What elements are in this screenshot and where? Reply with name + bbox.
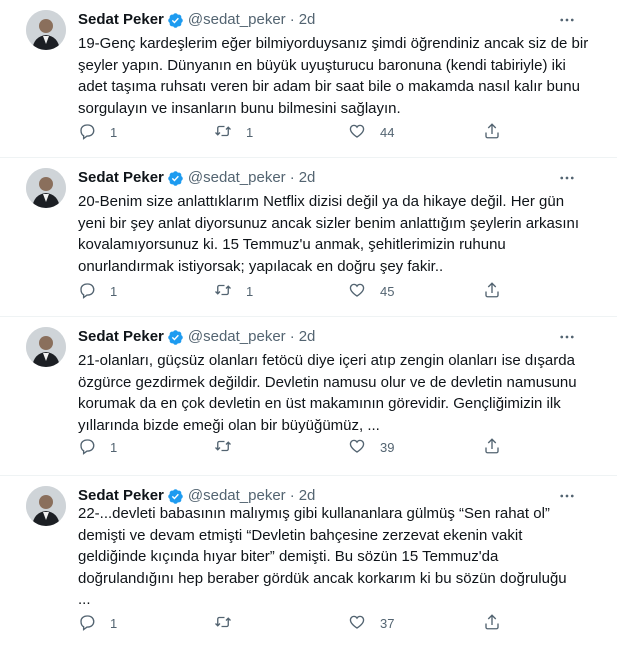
- like-count: 39: [380, 439, 395, 455]
- tweet[interactable]: Sedat Peker @sedat_peker · 2d 22-...devl…: [0, 476, 617, 649]
- tweet-timestamp[interactable]: 2d: [299, 327, 316, 347]
- retweet-count: 1: [246, 124, 254, 140]
- verified-badge-icon: [167, 170, 184, 187]
- author-handle[interactable]: @sedat_peker: [188, 168, 286, 188]
- reply-button[interactable]: 1: [78, 613, 117, 633]
- tweet-text: 22-...devleti babasının malıymış gibi ku…: [78, 505, 567, 608]
- reply-button[interactable]: 1: [78, 281, 117, 301]
- retweet-icon: [214, 613, 232, 634]
- tweet-text: 19-Genç kardeşlerim eğer bilmiyorduysanı…: [78, 35, 589, 117]
- tweet[interactable]: Sedat Peker @sedat_peker · 2d 20-Benim s…: [0, 158, 617, 317]
- more-options-icon[interactable]: [557, 10, 577, 30]
- reply-count: 1: [110, 124, 118, 140]
- avatar[interactable]: [26, 327, 66, 367]
- like-button[interactable]: 39: [348, 437, 394, 457]
- retweet-button[interactable]: [214, 613, 246, 633]
- separator-dot: ·: [289, 169, 295, 186]
- tweet-text: 20-Benim size anlattıklarım Netflix dizi…: [78, 193, 580, 275]
- retweet-icon: [214, 122, 232, 143]
- like-count: 45: [380, 283, 395, 299]
- separator-dot: ·: [289, 11, 295, 28]
- like-icon: [348, 281, 366, 302]
- tweet-header: Sedat Peker @sedat_peker · 2d: [78, 10, 315, 30]
- retweet-count: 1: [246, 283, 254, 299]
- like-button[interactable]: 37: [348, 613, 394, 633]
- share-button[interactable]: [483, 613, 501, 633]
- author-handle[interactable]: @sedat_peker: [188, 10, 286, 30]
- more-options-icon[interactable]: [557, 327, 577, 347]
- author-name[interactable]: Sedat Peker: [78, 168, 164, 188]
- tweet-actions: 1 39: [78, 437, 508, 457]
- retweet-button[interactable]: 1: [214, 122, 253, 142]
- share-icon: [483, 122, 501, 143]
- separator-dot: ·: [289, 328, 295, 345]
- reply-button[interactable]: 1: [78, 122, 117, 142]
- verified-badge-icon: [167, 12, 184, 29]
- more-options-icon[interactable]: [557, 168, 577, 188]
- retweet-icon: [214, 281, 232, 302]
- tweet-actions: 1 1 44: [78, 122, 508, 142]
- avatar[interactable]: [26, 10, 66, 50]
- tweet-header: Sedat Peker @sedat_peker · 2d: [78, 327, 315, 347]
- share-icon: [483, 613, 501, 634]
- tweet-actions: 1 37: [78, 613, 508, 633]
- like-button[interactable]: 44: [348, 122, 394, 142]
- like-icon: [348, 613, 366, 634]
- reply-icon: [78, 613, 96, 634]
- avatar[interactable]: [26, 168, 66, 208]
- like-icon: [348, 437, 366, 458]
- verified-badge-icon: [167, 329, 184, 346]
- like-icon: [348, 122, 366, 143]
- like-button[interactable]: 45: [348, 281, 394, 301]
- tweet-timestamp[interactable]: 2d: [299, 168, 316, 188]
- reply-count: 1: [110, 615, 118, 631]
- reply-icon: [78, 281, 96, 302]
- reply-icon: [78, 122, 96, 143]
- retweet-button[interactable]: [214, 437, 246, 457]
- like-count: 44: [380, 124, 395, 140]
- avatar[interactable]: [26, 486, 66, 526]
- share-button[interactable]: [483, 281, 501, 301]
- retweet-button[interactable]: 1: [214, 281, 253, 301]
- tweet[interactable]: Sedat Peker @sedat_peker · 2d 21-olanlar…: [0, 317, 617, 476]
- reply-button[interactable]: 1: [78, 437, 117, 457]
- like-count: 37: [380, 615, 395, 631]
- tweet[interactable]: Sedat Peker @sedat_peker · 2d 19-Genç ka…: [0, 0, 617, 158]
- author-name[interactable]: Sedat Peker: [78, 327, 164, 347]
- share-icon: [483, 437, 501, 458]
- author-name[interactable]: Sedat Peker: [78, 10, 164, 30]
- tweet-timestamp[interactable]: 2d: [299, 10, 316, 30]
- share-button[interactable]: [483, 437, 501, 457]
- reply-icon: [78, 437, 96, 458]
- reply-count: 1: [110, 283, 118, 299]
- author-handle[interactable]: @sedat_peker: [188, 327, 286, 347]
- verified-badge-icon: [167, 488, 184, 505]
- reply-count: 1: [110, 439, 118, 455]
- share-button[interactable]: [483, 122, 501, 142]
- tweet-header: Sedat Peker @sedat_peker · 2d: [78, 168, 315, 188]
- retweet-icon: [214, 437, 232, 458]
- tweet-actions: 1 1 45: [78, 281, 508, 301]
- share-icon: [483, 281, 501, 302]
- tweet-text: 21-olanları, güçsüz olanları fetöcü diye…: [78, 352, 577, 434]
